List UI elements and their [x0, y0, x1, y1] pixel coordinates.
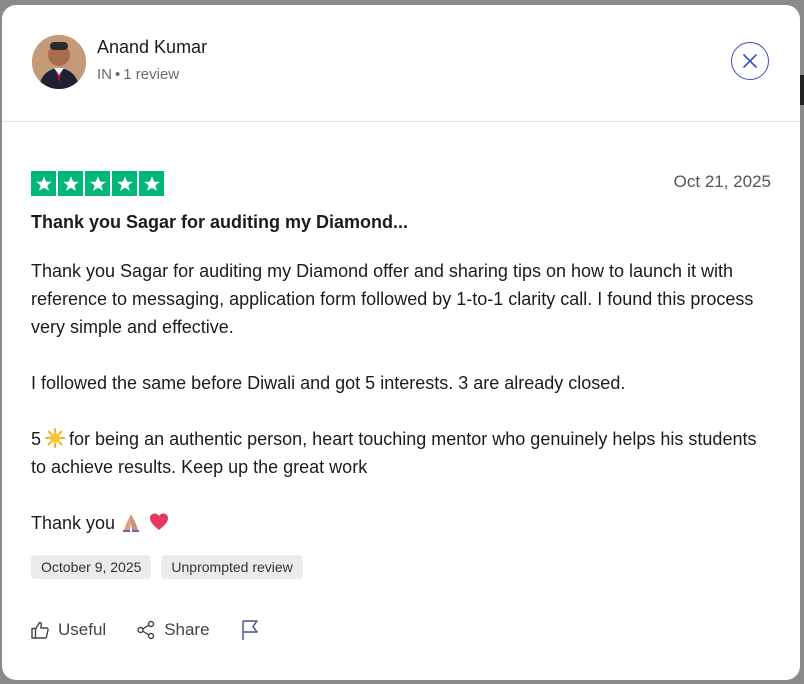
share-button[interactable]: Share — [136, 620, 210, 640]
star-icon — [139, 171, 164, 196]
review-paragraph: Thank you — [31, 509, 776, 537]
paragraph-text: for being an authentic person, heart tou… — [31, 429, 757, 477]
reviewer-review-count: 1 review — [123, 66, 180, 83]
review-paragraph: 5 for being an authentic person, heart to… — [31, 425, 776, 481]
star-rating — [31, 171, 164, 196]
review-date: Oct 21, 2025 — [673, 172, 771, 191]
close-button[interactable] — [731, 42, 769, 80]
paragraph-prefix: 5 — [31, 429, 42, 449]
review-tags: October 9, 2025 Unprompted review — [31, 555, 303, 579]
review-modal: Anand Kumar IN • 1 review Oct 21, 2025 Tha… — [2, 5, 800, 680]
tag-date: October 9, 2025 — [31, 555, 152, 579]
reviewer-header: Anand Kumar IN • 1 review — [2, 5, 800, 122]
flag-icon — [241, 620, 258, 640]
star-icon — [31, 171, 56, 196]
reviewer-country: IN — [97, 66, 112, 83]
review-paragraph: Thank you Sagar for auditing my Diamond … — [31, 261, 754, 337]
star-icon — [58, 171, 83, 196]
review-actions: Useful Share — [30, 619, 298, 641]
reviewer-name[interactable]: Anand Kumar — [97, 37, 207, 58]
thumbs-up-icon — [31, 621, 49, 639]
pray-emoji-icon — [123, 514, 140, 532]
tag-unprompted: Unprompted review — [161, 555, 303, 579]
reviewer-meta: IN • 1 review — [97, 66, 179, 83]
review-paragraph: I followed the same before Diwali and go… — [31, 373, 626, 393]
sun-emoji-icon — [45, 428, 66, 448]
report-button[interactable] — [240, 619, 268, 641]
review-body: Thank you Sagar for auditing my Diamond … — [31, 257, 776, 537]
share-icon — [137, 620, 155, 640]
useful-label: Useful — [58, 620, 107, 639]
share-label: Share — [164, 620, 210, 639]
paragraph-text: Thank you — [31, 513, 116, 533]
close-icon — [743, 54, 757, 68]
background-edge — [800, 75, 804, 105]
avatar — [32, 35, 86, 89]
star-icon — [112, 171, 137, 196]
review-title: Thank you Sagar for auditing my Diamond.… — [31, 212, 409, 232]
heart-emoji-icon — [150, 513, 169, 530]
star-icon — [85, 171, 110, 196]
separator-dot: • — [115, 66, 121, 83]
useful-button[interactable]: Useful — [30, 620, 106, 640]
